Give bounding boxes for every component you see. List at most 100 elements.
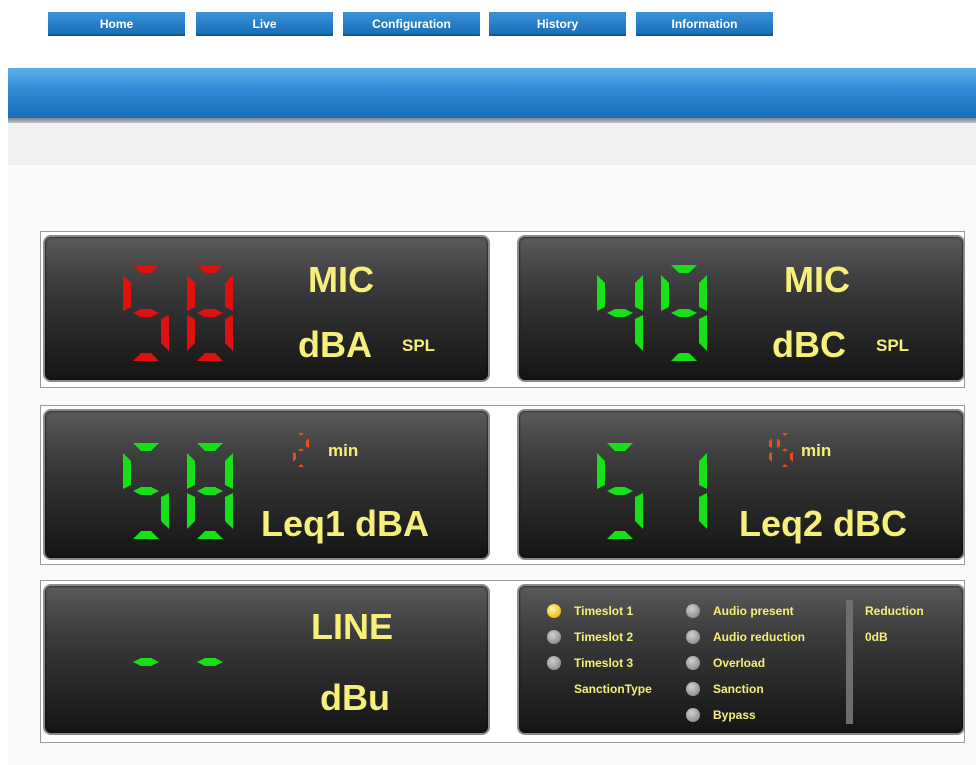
mic-dba-unit-label: dBA bbox=[298, 324, 372, 365]
digit-segment bbox=[699, 315, 707, 351]
subheader-strip bbox=[8, 123, 976, 165]
digit-segment bbox=[161, 493, 169, 529]
digit-segment bbox=[597, 453, 605, 489]
digit-segment bbox=[197, 265, 223, 273]
leq1-label: Leq1 dBA bbox=[261, 503, 430, 544]
mic-dbc-unit-label: dBC bbox=[772, 324, 846, 365]
digit-segment bbox=[123, 275, 131, 311]
line-display bbox=[123, 614, 251, 715]
status-panel: Timeslot 1 Timeslot 2 Timeslot 3 Sanctio… bbox=[517, 584, 965, 735]
digit bbox=[197, 658, 223, 666]
sanction-type-label: SanctionType bbox=[574, 682, 652, 696]
digit-segment bbox=[597, 275, 605, 311]
timeslot-1-label: Timeslot 1 bbox=[574, 604, 634, 618]
reduction-value: 0dB bbox=[865, 630, 888, 644]
mic-dbc-source-label: MIC bbox=[784, 259, 850, 300]
digit-segment bbox=[123, 453, 131, 489]
leq1-minutes-display bbox=[293, 433, 314, 472]
nav-information-button[interactable]: Information bbox=[636, 12, 773, 36]
leq2-panel: min Leq2 dBC bbox=[517, 409, 965, 560]
seven-segment-digits bbox=[133, 658, 223, 666]
digit-segment bbox=[197, 487, 223, 495]
digit-segment bbox=[133, 658, 159, 666]
leq1-display bbox=[123, 443, 251, 544]
digit bbox=[597, 275, 643, 351]
digit-segment bbox=[197, 443, 223, 451]
digit bbox=[187, 265, 233, 361]
seven-segment-digits bbox=[769, 433, 793, 467]
digit-segment bbox=[782, 448, 788, 452]
digit-segment bbox=[790, 452, 793, 462]
digit bbox=[123, 443, 169, 539]
leq2-label: Leq2 dBC bbox=[739, 503, 908, 544]
digit-segment bbox=[133, 265, 159, 273]
digit-segment bbox=[298, 464, 304, 467]
digit-segment bbox=[225, 275, 233, 311]
mic-dbc-display bbox=[597, 265, 725, 366]
nav-configuration-button[interactable]: Configuration bbox=[343, 12, 480, 36]
timeslot-3-label: Timeslot 3 bbox=[574, 656, 634, 670]
digit-segment bbox=[298, 448, 304, 452]
digit-segment bbox=[607, 309, 633, 317]
digit bbox=[187, 443, 233, 539]
leq1-min-label: min bbox=[328, 441, 359, 460]
mic-dbc-spl-label: SPL bbox=[876, 336, 910, 355]
digit bbox=[769, 438, 772, 462]
digit-segment bbox=[197, 531, 223, 539]
digit-segment bbox=[133, 309, 159, 317]
seven-segment-digits bbox=[123, 443, 233, 539]
digit-segment bbox=[225, 453, 233, 489]
audio-present-indicator bbox=[686, 604, 700, 618]
seven-segment-digits bbox=[123, 265, 233, 361]
timeslot-3-indicator bbox=[547, 656, 561, 670]
mic-dba-panel: MIC dBA SPL bbox=[43, 235, 490, 382]
meter-row-mic: MIC dBA SPL MIC dBC SPL bbox=[40, 231, 965, 388]
audio-reduction-label: Audio reduction bbox=[713, 630, 805, 644]
digit-segment bbox=[225, 493, 233, 529]
digit-segment bbox=[197, 353, 223, 361]
digit-segment bbox=[671, 265, 697, 273]
nav-live-button[interactable]: Live bbox=[196, 12, 333, 36]
digit-segment bbox=[187, 315, 195, 351]
line-panel: LINE dBu bbox=[43, 584, 490, 735]
digit-segment bbox=[699, 453, 707, 489]
digit bbox=[699, 453, 707, 529]
sanction-indicator bbox=[686, 682, 700, 696]
digit-segment bbox=[607, 443, 633, 451]
digit bbox=[133, 658, 159, 666]
digit-segment bbox=[133, 443, 159, 451]
mic-dba-spl-label: SPL bbox=[402, 336, 436, 355]
timeslot-2-indicator bbox=[547, 630, 561, 644]
header-banner bbox=[8, 68, 976, 118]
leq2-minutes-display bbox=[756, 433, 798, 472]
overload-indicator bbox=[686, 656, 700, 670]
digit-segment bbox=[671, 309, 697, 317]
digit-segment bbox=[769, 438, 772, 448]
seven-segment-digits bbox=[597, 265, 707, 361]
digit-segment bbox=[777, 438, 780, 448]
digit-segment bbox=[298, 433, 304, 436]
seven-segment-digits bbox=[293, 433, 309, 467]
digit bbox=[293, 433, 309, 467]
digit-segment bbox=[699, 493, 707, 529]
timeslot-1-indicator bbox=[547, 604, 561, 618]
line-source-label: LINE bbox=[311, 606, 394, 647]
reduction-meter-bar bbox=[846, 600, 853, 724]
leq2-display bbox=[597, 443, 725, 544]
nav-home-button[interactable]: Home bbox=[48, 12, 185, 36]
digit-segment bbox=[661, 275, 669, 311]
digit-segment bbox=[782, 464, 788, 467]
digit-segment bbox=[293, 452, 296, 462]
nav-history-button[interactable]: History bbox=[489, 12, 626, 36]
mic-dbc-panel: MIC dBC SPL bbox=[517, 235, 965, 382]
digit-segment bbox=[197, 658, 223, 666]
digit-segment bbox=[635, 493, 643, 529]
mic-dba-source-label: MIC bbox=[308, 259, 374, 300]
bypass-indicator bbox=[686, 708, 700, 722]
overload-label: Overload bbox=[713, 656, 766, 670]
audio-present-label: Audio present bbox=[713, 604, 794, 618]
digit-segment bbox=[187, 493, 195, 529]
digit-segment bbox=[699, 275, 707, 311]
digit-segment bbox=[133, 531, 159, 539]
digit-segment bbox=[225, 315, 233, 351]
